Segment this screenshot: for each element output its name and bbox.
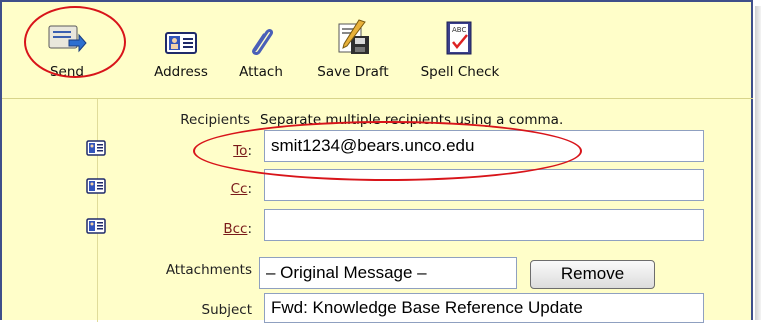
subject-field[interactable] [264, 293, 704, 323]
cc-label-wrap: Cc: [182, 181, 252, 197]
to-colon: : [247, 143, 252, 159]
to-field[interactable] [264, 130, 704, 162]
save-draft-icon [304, 16, 402, 56]
cc-address-book-icon[interactable] [86, 178, 106, 198]
bcc-address-book-icon[interactable] [86, 218, 106, 238]
remove-button[interactable]: Remove [530, 260, 655, 289]
bcc-link[interactable]: Bcc [223, 221, 247, 237]
to-link[interactable]: To [233, 143, 247, 159]
recipients-hint: Separate multiple recipients using a com… [260, 112, 564, 128]
spell-check-button[interactable]: ABC Spell Check [412, 16, 508, 80]
address-button[interactable]: Address [147, 16, 215, 80]
spell-check-label: Spell Check [420, 64, 500, 80]
bcc-field[interactable] [264, 209, 704, 241]
attachments-label: Attachments [165, 262, 252, 278]
cc-colon: : [247, 181, 252, 197]
to-address-book-icon[interactable] [86, 140, 106, 160]
paperclip-icon [229, 16, 293, 56]
icon-column-divider [97, 99, 98, 322]
save-draft-label: Save Draft [317, 64, 389, 80]
send-label: Send [49, 64, 84, 80]
send-button[interactable]: Send [42, 16, 92, 80]
bcc-label-wrap: Bcc: [182, 221, 252, 237]
address-book-icon [147, 16, 215, 56]
spell-check-icon: ABC [412, 16, 508, 56]
attach-button[interactable]: Attach [229, 16, 293, 80]
compose-toolbar: Send Address Attach Save Draft ABC Spell… [2, 2, 753, 98]
address-label: Address [154, 64, 208, 80]
to-label-wrap: To: [182, 143, 252, 159]
attach-label: Attach [239, 64, 283, 80]
attachments-list[interactable]: – Original Message – [259, 257, 517, 289]
attachment-item[interactable]: – Original Message – [266, 263, 427, 282]
send-icon [42, 16, 92, 56]
compose-panel: Send Address Attach Save Draft ABC Spell… [0, 0, 753, 323]
cc-field[interactable] [264, 169, 704, 201]
panel-shadow [755, 6, 761, 320]
subject-label: Subject [201, 302, 252, 318]
save-draft-button[interactable]: Save Draft [304, 16, 402, 80]
cc-link[interactable]: Cc [231, 181, 248, 197]
toolbar-divider [2, 98, 753, 99]
recipients-label: Recipients [180, 112, 250, 128]
bcc-colon: : [247, 221, 252, 237]
spell-check-icon-text: ABC [452, 26, 466, 34]
